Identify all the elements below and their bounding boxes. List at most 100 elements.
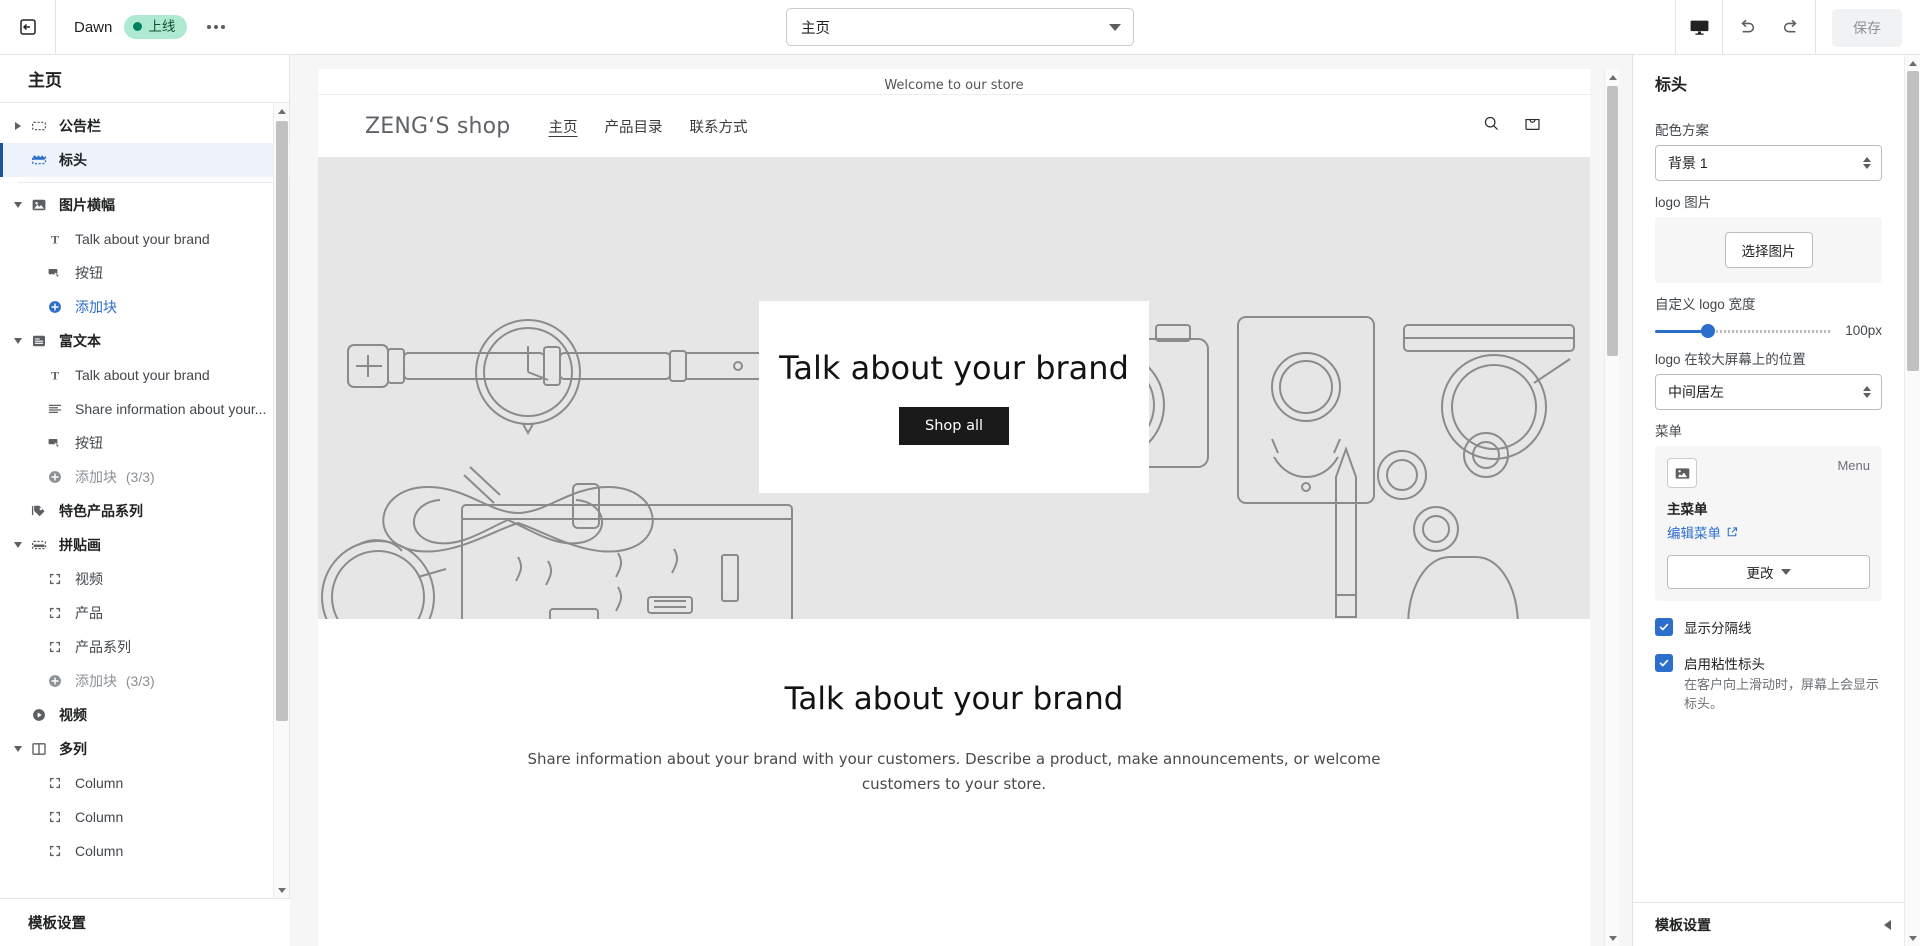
sidebar-item-row-19[interactable]: Column xyxy=(0,766,290,800)
scroll-up-icon[interactable] xyxy=(1905,55,1920,71)
logo-width-setting: 自定义 logo 宽度 100px xyxy=(1633,293,1904,338)
sidebar-scroll-area[interactable]: 公告栏 标头 图片横幅 T Talk about your brand 按钮 添加块 富文本 T… xyxy=(0,103,290,898)
logo-image-dropzone[interactable]: 选择图片 xyxy=(1655,217,1882,283)
logo-width-slider[interactable] xyxy=(1655,323,1832,338)
settings-panel-title: 标头 xyxy=(1655,77,1688,94)
cart-icon[interactable] xyxy=(1522,113,1543,139)
sidebar-item-row-14[interactable]: 产品 xyxy=(0,596,290,630)
status-badge-label: 上线 xyxy=(148,19,176,35)
sidebar-item-row-0[interactable]: 公告栏 xyxy=(0,109,290,143)
sidebar-item-row-13[interactable]: 视频 xyxy=(0,562,290,596)
sidebar-item-row-4[interactable]: 按钮 xyxy=(0,256,290,290)
sidebar-item-row-7[interactable]: T Talk about your brand xyxy=(0,358,290,392)
sidebar-item-add-block[interactable]: 添加块 (3/3) xyxy=(0,460,290,494)
scroll-up-icon[interactable] xyxy=(1605,69,1621,85)
scrollbar-thumb[interactable] xyxy=(276,121,288,721)
preview-scrollbar[interactable] xyxy=(1604,69,1619,946)
sidebar-item-row-21[interactable]: Column xyxy=(0,834,290,868)
edit-menu-link-label: 编辑菜单 xyxy=(1667,526,1721,541)
sidebar-theme-settings-button[interactable]: 模板设置 xyxy=(0,898,290,946)
logo-position-select[interactable]: 中间居左 xyxy=(1655,374,1882,410)
block-count: (3/3) xyxy=(122,469,155,485)
color-scheme-value: 背景 1 xyxy=(1668,155,1708,171)
sidebar-item-row-8[interactable]: Share information about your... xyxy=(0,392,290,426)
store-preview-frame: Welcome to our store ZENG‘S shop 主页 产品目录 联… xyxy=(318,69,1590,946)
menu-card: Menu 主菜单 编辑菜单 更改 xyxy=(1655,446,1882,601)
sidebar-item-add-block[interactable]: 添加块 (3/3) xyxy=(0,664,290,698)
exit-editor-button[interactable] xyxy=(0,0,56,55)
color-scheme-select[interactable]: 背景 1 xyxy=(1655,145,1882,181)
store-nav-link-2[interactable]: 联系方式 xyxy=(689,116,747,137)
rich-text-icon xyxy=(28,332,50,350)
store-nav-link-0[interactable]: 主页 xyxy=(548,116,577,137)
save-button[interactable]: 保存 xyxy=(1832,8,1902,47)
chevron-down-icon xyxy=(1109,23,1121,31)
page-selector[interactable]: 主页 xyxy=(786,8,1134,46)
sidebar-item-row-18[interactable]: 多列 xyxy=(0,732,290,766)
disclosure-toggle[interactable] xyxy=(8,122,28,130)
scroll-down-icon[interactable] xyxy=(1905,930,1920,946)
sidebar-item-row-1[interactable]: 标头 xyxy=(0,143,290,177)
logo-image-setting: logo 图片 选择图片 xyxy=(1633,191,1904,283)
sidebar-item-label: Column xyxy=(75,809,124,825)
scrollbar-thumb[interactable] xyxy=(1607,86,1618,356)
plus-circle-icon xyxy=(44,468,66,486)
sidebar-item-row-6[interactable]: 富文本 xyxy=(0,324,290,358)
sidebar-item-row-3[interactable]: T Talk about your brand xyxy=(0,222,290,256)
exit-left-icon xyxy=(19,19,36,35)
chevron-down-icon xyxy=(14,338,22,344)
select-image-button[interactable]: 选择图片 xyxy=(1724,232,1813,268)
sidebar-item-label: Column xyxy=(75,775,124,791)
search-icon[interactable] xyxy=(1481,113,1502,139)
sidebar-item-row-9[interactable]: 按钮 xyxy=(0,426,290,460)
settings-scrollbar[interactable] xyxy=(1904,55,1920,946)
sidebar-item-add-block[interactable]: 添加块 xyxy=(0,290,290,324)
disclosure-toggle[interactable] xyxy=(8,542,28,548)
app-top-bar: Dawn 上线 主页 保存 xyxy=(0,0,1920,55)
color-scheme-setting: 配色方案 背景 1 xyxy=(1633,119,1904,181)
show-divider-checkbox-row[interactable]: 显示分隔线 xyxy=(1655,617,1882,637)
check-icon xyxy=(1659,659,1669,667)
check-icon xyxy=(1659,623,1669,631)
scroll-down-icon[interactable] xyxy=(1605,930,1621,946)
store-nav-link-1[interactable]: 产品目录 xyxy=(604,116,662,137)
block-count: (3/3) xyxy=(122,673,155,689)
scroll-down-icon[interactable] xyxy=(274,882,290,898)
sticky-header-checkbox[interactable] xyxy=(1655,654,1673,672)
edit-menu-link[interactable]: 编辑菜单 xyxy=(1667,522,1738,542)
sidebar-item-row-12[interactable]: 拼贴画 xyxy=(0,528,290,562)
menu-setting: 菜单 Menu 主菜单 编辑菜单 更改 xyxy=(1633,420,1904,601)
button-block-icon xyxy=(44,264,66,282)
sidebar-item-label: Talk about your brand xyxy=(75,231,210,247)
desktop-icon[interactable] xyxy=(1676,0,1722,55)
panel-theme-settings-button[interactable]: 模板设置 xyxy=(1633,902,1905,946)
rich-text-body: Share information about your brand with … xyxy=(527,750,1381,793)
disclosure-toggle[interactable] xyxy=(8,202,28,208)
show-divider-checkbox[interactable] xyxy=(1655,618,1673,636)
header-section-icon xyxy=(28,151,50,169)
scroll-up-icon[interactable] xyxy=(274,103,290,119)
more-dots-icon[interactable] xyxy=(199,12,233,42)
block-brackets-icon xyxy=(44,808,66,826)
sidebar-item-row-17[interactable]: 视频 xyxy=(0,698,290,732)
change-menu-button[interactable]: 更改 xyxy=(1667,555,1870,589)
preview-canvas: Welcome to our store ZENG‘S shop 主页 产品目录 联… xyxy=(290,55,1632,946)
hero-shop-all-button[interactable]: Shop all xyxy=(898,407,1010,446)
sidebar-item-row-2[interactable]: 图片横幅 xyxy=(0,188,290,222)
disclosure-toggle[interactable] xyxy=(8,746,28,752)
theme-name: Dawn xyxy=(74,18,113,36)
disclosure-toggle[interactable] xyxy=(8,338,28,344)
sticky-header-checkbox-row[interactable]: 启用粘性标头 在客户向上滑动时，屏幕上会显示标头。 xyxy=(1655,653,1882,714)
sidebar-item-row-15[interactable]: 产品系列 xyxy=(0,630,290,664)
undo-icon[interactable] xyxy=(1723,0,1769,55)
sidebar-item-row-11[interactable]: 特色产品系列 xyxy=(0,494,290,528)
scrollbar-thumb[interactable] xyxy=(1907,71,1919,371)
text-block-icon: T xyxy=(44,366,66,384)
slider-handle[interactable] xyxy=(1701,323,1716,338)
sidebar-scrollbar[interactable] xyxy=(273,103,289,898)
store-logo-text: ZENG‘S shop xyxy=(365,113,511,139)
redo-icon[interactable] xyxy=(1769,0,1815,55)
sidebar-item-label: 按钮 xyxy=(75,435,103,451)
sidebar-item-row-20[interactable]: Column xyxy=(0,800,290,834)
sidebar-item-label: 产品 xyxy=(75,605,103,621)
